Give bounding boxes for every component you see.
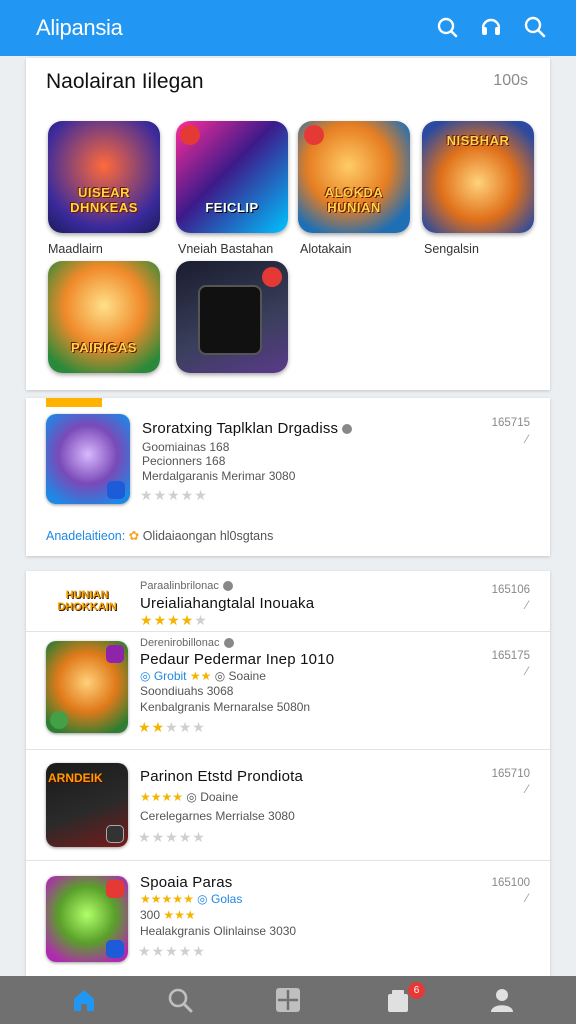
- chevron-icon[interactable]: ⁄: [526, 432, 528, 446]
- rating-count: 165715: [491, 417, 530, 429]
- app-tile[interactable]: PAIRIGAS: [48, 261, 160, 373]
- tile-art-text: UISEAR DHNKEAS: [70, 185, 138, 215]
- app-name: Spoaia Paras: [140, 874, 233, 891]
- tile-caption: Alotakain: [300, 242, 352, 256]
- app-tile[interactable]: NISBHAR: [422, 121, 534, 233]
- info-icon: [222, 581, 233, 592]
- header-actions: [436, 14, 546, 40]
- tile-art-text: NISBHAR: [446, 133, 510, 148]
- info-icon: [223, 638, 234, 649]
- headset-icon[interactable]: [480, 14, 502, 40]
- badge-icon: [262, 267, 282, 287]
- home-icon[interactable]: [70, 986, 98, 1014]
- bottom-navigation: 6: [0, 976, 576, 1024]
- app-name: Parinon Etstd Prondiota: [140, 768, 304, 785]
- app-tile[interactable]: UISEAR DHNKEAS: [48, 121, 160, 233]
- rating-stars: ★★★★★: [140, 892, 194, 906]
- app-title: Alipansia: [36, 15, 123, 40]
- corner-badge-icon: [106, 940, 124, 958]
- chevron-icon[interactable]: ⁄: [526, 598, 528, 612]
- rating-stars: ★★★★★: [138, 829, 206, 845]
- app-banner-logo: HUNIAN DHOKKAIN: [57, 589, 117, 613]
- promoted-app-card[interactable]: Sroratxing Taplklan Drgadiss Goomiainas …: [26, 398, 550, 556]
- rating-stars: ★★★★★: [140, 612, 208, 628]
- app-meta: Cerelegarnes Merrialse 3080: [140, 809, 295, 823]
- tile-caption: Maadlairn: [48, 242, 103, 256]
- app-meta: Soondiuahs 3068: [140, 684, 234, 698]
- section-heading: Naolairan Iilegan: [46, 70, 204, 93]
- tile-art-text: ALOKDA HUNIAN: [324, 185, 384, 215]
- rating-count: 165710: [491, 768, 530, 780]
- corner-badge-icon: [106, 645, 124, 663]
- tile-caption: Sengalsin: [424, 242, 479, 256]
- promo-footer: Anadelaitieon: ✿ Olidaiaongan hl0sgtans: [46, 529, 274, 543]
- app-icon: [46, 641, 128, 733]
- chevron-icon[interactable]: ⁄: [526, 782, 528, 796]
- rating-stars: ★★★★: [140, 790, 184, 804]
- app-name: Ureialiahangtalal Inouaka: [140, 595, 315, 612]
- badge-icon: [304, 125, 324, 145]
- app-tags: ◎ Grobit ★★ ◎ Soaine: [140, 669, 266, 683]
- search-icon[interactable]: [166, 986, 194, 1014]
- app-meta: Goomiainas 168: [142, 440, 230, 454]
- rating-count: 165106: [491, 584, 530, 596]
- rating-stars: ★★★★★: [140, 487, 208, 503]
- app-meta: Paraalinbrilonac: [140, 580, 233, 592]
- corner-badge-icon: [106, 825, 124, 843]
- featured-section: Naolairan Iilegan 100s UISEAR DHNKEAS Ma…: [26, 58, 550, 390]
- rating-stars: ★★★: [163, 908, 196, 922]
- app-name: Pedaur Pedermar Inep 1010: [140, 651, 335, 668]
- chevron-icon[interactable]: ⁄: [526, 664, 528, 678]
- app-meta: Merdalgaranis Merimar 3080: [142, 469, 296, 483]
- rating-stars: ★★★★★: [138, 943, 206, 959]
- rating-count: 165175: [491, 650, 530, 662]
- tile-art-text: PAIRIGAS: [71, 340, 137, 355]
- app-name: Sroratxing Taplklan Drgadiss: [142, 420, 353, 437]
- chat-search-icon[interactable]: [436, 14, 458, 40]
- tile-art-text: ARNDEIK: [48, 771, 103, 785]
- app-tile[interactable]: ALOKDA HUNIAN: [298, 121, 410, 233]
- app-icon: [46, 414, 130, 504]
- app-meta: Pecionners 168: [142, 454, 226, 468]
- app-bar: Alipansia: [0, 0, 576, 56]
- divider: [26, 860, 550, 861]
- divider: [26, 749, 550, 750]
- app-tags: ★★★★ ◎ Doaine: [140, 790, 239, 804]
- app-list: HUNIAN DHOKKAIN Paraalinbrilonac Ureiali…: [26, 571, 550, 976]
- rating-stars: ★★★★★: [138, 719, 206, 735]
- app-icon: [46, 876, 128, 962]
- badge-icon: [180, 125, 200, 145]
- corner-badge-icon: [107, 481, 125, 499]
- info-icon: [342, 424, 353, 435]
- corner-badge-icon: [106, 880, 124, 898]
- profile-icon[interactable]: [488, 986, 516, 1014]
- device-image-icon: [198, 285, 262, 355]
- app-icon: ARNDEIK: [46, 763, 128, 847]
- app-meta: Derenirobillonac: [140, 637, 234, 649]
- search-icon[interactable]: [524, 14, 546, 40]
- play-icon: [50, 711, 68, 729]
- app-tile[interactable]: [176, 261, 288, 373]
- app-meta: 300 ★★★: [140, 908, 196, 922]
- app-tile[interactable]: FEICLIP: [176, 121, 288, 233]
- tile-caption: Vneiah Bastahan: [178, 242, 274, 256]
- apps-icon[interactable]: [274, 986, 302, 1014]
- app-meta: Kenbalgranis Mernaralse 5080n: [140, 700, 311, 714]
- promo-flag: [46, 398, 102, 407]
- notification-badge: 6: [408, 982, 425, 999]
- app-tags: ★★★★★ ◎ Golas: [140, 892, 243, 906]
- rating-stars: ★★: [189, 669, 212, 683]
- rating-count: 165100: [491, 877, 530, 889]
- tile-art-text: FEICLIP: [205, 200, 259, 215]
- divider: [26, 631, 550, 632]
- see-more-link[interactable]: 100s: [493, 72, 528, 90]
- chevron-icon[interactable]: ⁄: [526, 891, 528, 905]
- app-meta: Healakgranis Olinlainse 3030: [140, 924, 297, 938]
